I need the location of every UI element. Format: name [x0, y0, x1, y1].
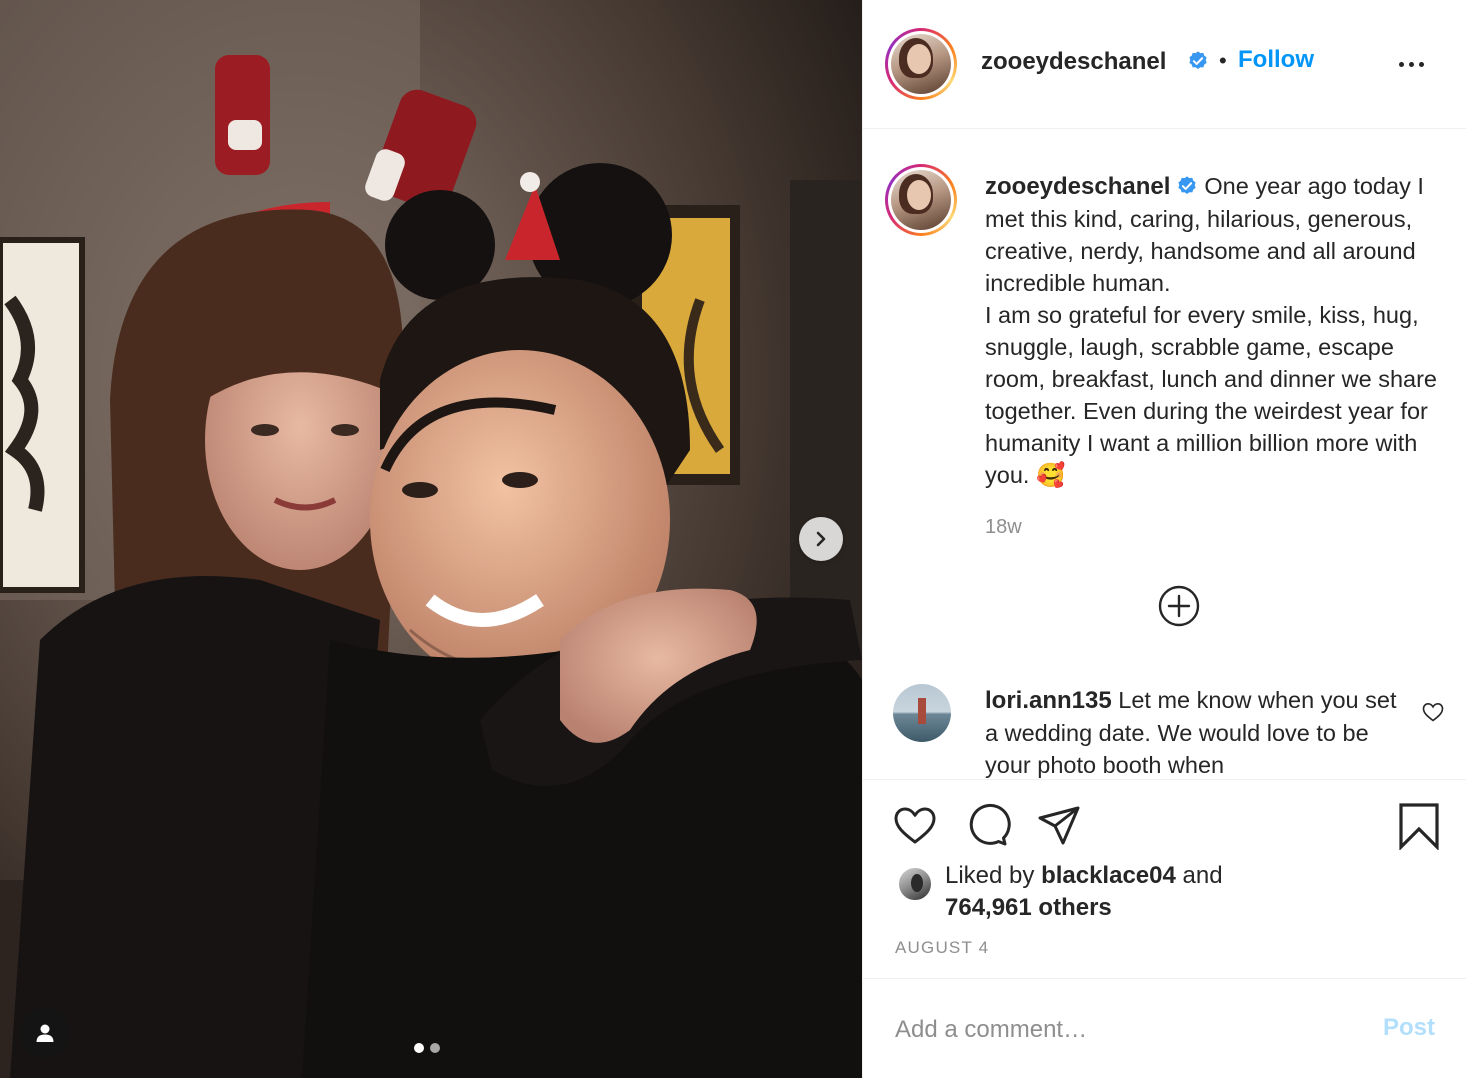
- post-date[interactable]: AUGUST 4: [895, 938, 989, 958]
- verified-badge-icon: [1178, 176, 1197, 194]
- next-photo-button[interactable]: [799, 517, 843, 561]
- header-separator: •: [1219, 48, 1227, 73]
- author-username[interactable]: zooeydeschanel: [981, 48, 1166, 76]
- caption-body-2: I am so grateful for every smile, kiss, …: [985, 302, 1437, 488]
- more-dot: [1399, 61, 1404, 67]
- tagged-users-button[interactable]: [20, 1008, 70, 1058]
- caption-text: zooeydeschanel One year ago today I met …: [985, 170, 1447, 491]
- more-options-button[interactable]: [1399, 54, 1435, 74]
- follow-button[interactable]: Follow: [1238, 46, 1314, 74]
- heart-icon[interactable]: [891, 802, 939, 850]
- comment-heart-icon[interactable]: [1421, 700, 1445, 724]
- commenter-username[interactable]: lori.ann135: [985, 687, 1112, 714]
- more-dot: [1409, 61, 1414, 67]
- post-actions: Liked by blacklace04 and 764,961 others …: [863, 779, 1466, 979]
- user-icon: [36, 1024, 54, 1042]
- comment-text: lori.ann135 Let me know when you set a w…: [985, 684, 1405, 778]
- commenter-avatar[interactable]: [893, 684, 951, 742]
- load-more-comments-icon[interactable]: [1157, 584, 1201, 628]
- add-comment-input[interactable]: [895, 1010, 1355, 1050]
- post-details-panel: zooeydeschanel • Follow zooeydeschanel O…: [862, 0, 1466, 1078]
- carousel-dot: [430, 1043, 440, 1053]
- bookmark-icon[interactable]: [1395, 802, 1443, 850]
- liked-by-username[interactable]: blacklace04: [1041, 862, 1176, 889]
- likes-count[interactable]: 764,961 others: [945, 894, 1112, 921]
- carousel-indicator: [414, 1043, 440, 1053]
- share-icon[interactable]: [1035, 802, 1083, 850]
- verified-badge-icon: [1189, 51, 1207, 69]
- post-time-ago[interactable]: 18w: [985, 516, 1022, 539]
- likes-prefix: Liked by: [945, 862, 1042, 889]
- liker-avatar[interactable]: [897, 866, 933, 902]
- post-image: [0, 0, 862, 1078]
- post-comment-button[interactable]: Post: [1383, 1014, 1435, 1042]
- more-dot: [1419, 61, 1424, 67]
- comment-icon[interactable]: [963, 802, 1011, 850]
- caption-author-avatar[interactable]: [885, 164, 957, 236]
- post-header: zooeydeschanel • Follow: [863, 0, 1466, 129]
- comments-scroll-area[interactable]: zooeydeschanel One year ago today I met …: [863, 130, 1466, 778]
- add-comment-bar: Post: [863, 980, 1466, 1078]
- post-photo[interactable]: [0, 0, 862, 1078]
- caption-username[interactable]: zooeydeschanel: [985, 173, 1170, 200]
- chevron-right-icon: [816, 531, 826, 547]
- likes-summary: Liked by blacklace04 and 764,961 others: [945, 860, 1223, 924]
- likes-conjunction: and: [1175, 862, 1223, 889]
- author-avatar[interactable]: [885, 28, 957, 100]
- carousel-dot-active: [414, 1043, 424, 1053]
